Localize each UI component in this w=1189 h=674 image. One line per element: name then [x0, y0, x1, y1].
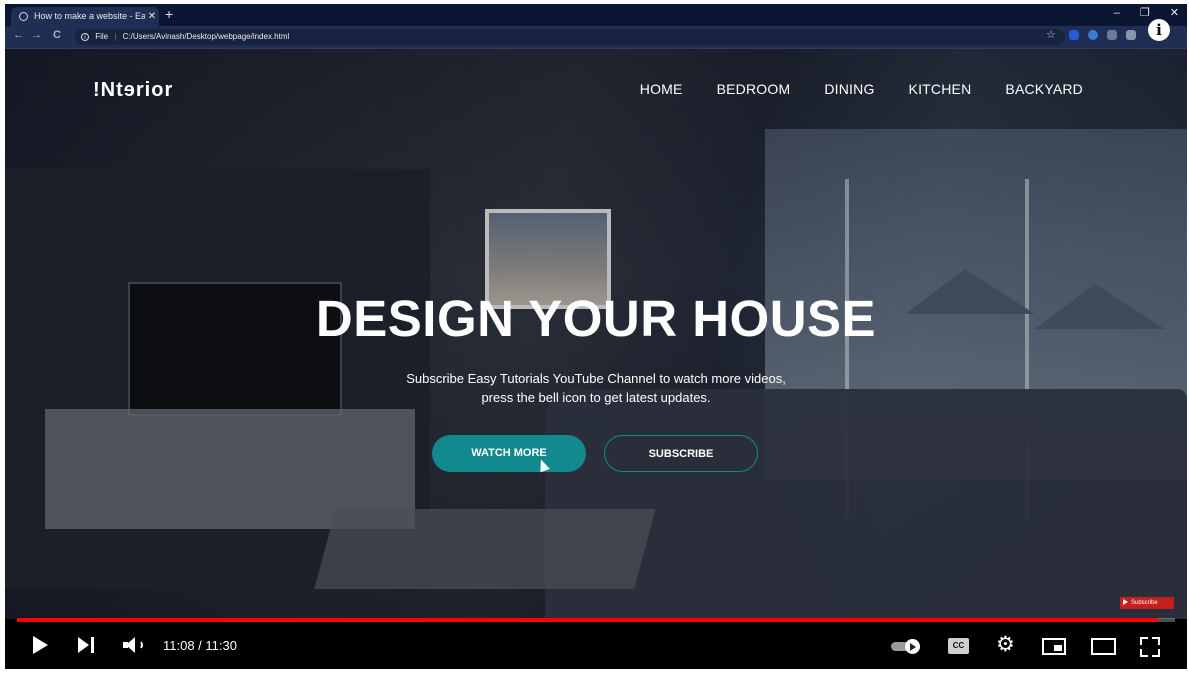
info-card-icon[interactable]: i: [1148, 19, 1170, 41]
restore-button[interactable]: ❐: [1140, 4, 1150, 26]
url-scheme-label: File: [95, 32, 109, 41]
address-bar: ← → C i File | C:/Users/Avinash/Desktop/…: [5, 26, 1187, 49]
close-window-button[interactable]: ✕: [1170, 4, 1179, 26]
site-header: !Ntɘrior HOME BEDROOM DINING KITCHEN BAC…: [5, 49, 1187, 119]
window-controls: – ❐ ✕: [1114, 4, 1179, 26]
tab-title: How to make a website - Easy Tu: [34, 11, 145, 21]
channel-subscribe-watermark[interactable]: Subscribe: [1120, 597, 1174, 609]
progress-bar[interactable]: [17, 618, 1175, 622]
browser-tab-bar: How to make a website - Easy Tu ✕ + – ❐ …: [5, 4, 1187, 26]
forward-arrow-icon[interactable]: →: [31, 29, 42, 41]
bookmark-star-icon[interactable]: ☆: [1046, 28, 1056, 41]
tab-close-icon[interactable]: ✕: [145, 7, 159, 26]
nav-kitchen[interactable]: KITCHEN: [909, 81, 972, 97]
back-arrow-icon[interactable]: ←: [13, 29, 24, 41]
watch-more-button[interactable]: WATCH MORE: [432, 435, 586, 472]
progress-played: [17, 618, 1159, 622]
captions-icon[interactable]: CC: [948, 638, 969, 654]
extension-camera-icon[interactable]: [1107, 30, 1117, 40]
extension-circle-icon[interactable]: [1088, 30, 1098, 40]
coffee-table-image: [314, 509, 656, 589]
nav-bedroom[interactable]: BEDROOM: [717, 81, 791, 97]
youtube-play-icon: [1123, 599, 1128, 606]
settings-gear-icon[interactable]: ⚙: [996, 634, 1015, 656]
hero-title: DESIGN YOUR HOUSE: [315, 290, 877, 347]
subscribe-button[interactable]: SUBSCRIBE: [604, 435, 758, 472]
browser-tab[interactable]: How to make a website - Easy Tu ✕: [11, 7, 159, 26]
new-tab-button[interactable]: +: [165, 6, 173, 22]
miniplayer-icon[interactable]: [1042, 638, 1066, 655]
hero-subtitle-line: press the bell icon to get latest update…: [481, 390, 711, 405]
website-hero: !Ntɘrior HOME BEDROOM DINING KITCHEN BAC…: [5, 49, 1187, 619]
volume-icon[interactable]: [123, 637, 145, 653]
theater-mode-icon[interactable]: [1091, 638, 1116, 655]
fullscreen-icon[interactable]: [1140, 637, 1160, 657]
nav-home[interactable]: HOME: [640, 81, 683, 97]
nav-dining[interactable]: DINING: [824, 81, 874, 97]
video-frame[interactable]: How to make a website - Easy Tu ✕ + – ❐ …: [5, 4, 1187, 669]
url-input[interactable]: i File | C:/Users/Avinash/Desktop/webpag…: [75, 29, 1065, 45]
subscribe-watermark-label: Subscribe: [1131, 600, 1158, 606]
reload-icon[interactable]: C: [53, 29, 61, 41]
sofa-image: [545, 389, 1187, 619]
player-controls: 11:08 / 11:30 CC ⚙: [5, 624, 1187, 669]
nav-backyard[interactable]: BACKYARD: [1005, 81, 1083, 97]
play-icon[interactable]: [33, 636, 48, 654]
site-nav: HOME BEDROOM DINING KITCHEN BACKYARD: [640, 81, 1083, 97]
globe-icon: [19, 12, 28, 21]
minimize-button[interactable]: –: [1114, 4, 1120, 26]
time-display: 11:08 / 11:30: [163, 638, 237, 653]
url-text: C:/Users/Avinash/Desktop/webpage/index.h…: [122, 32, 290, 41]
autoplay-toggle[interactable]: [891, 639, 923, 654]
url-separator: |: [114, 32, 117, 41]
site-info-icon[interactable]: i: [81, 32, 89, 41]
hero-subtitle-line: Subscribe Easy Tutorials YouTube Channel…: [406, 371, 786, 386]
hero-subtitle: Subscribe Easy Tutorials YouTube Channel…: [5, 369, 1187, 407]
extension-mail-icon[interactable]: [1069, 30, 1079, 40]
site-logo[interactable]: !Ntɘrior: [93, 79, 173, 102]
next-video-icon[interactable]: [78, 637, 96, 653]
extensions-puzzle-icon[interactable]: [1126, 30, 1136, 40]
